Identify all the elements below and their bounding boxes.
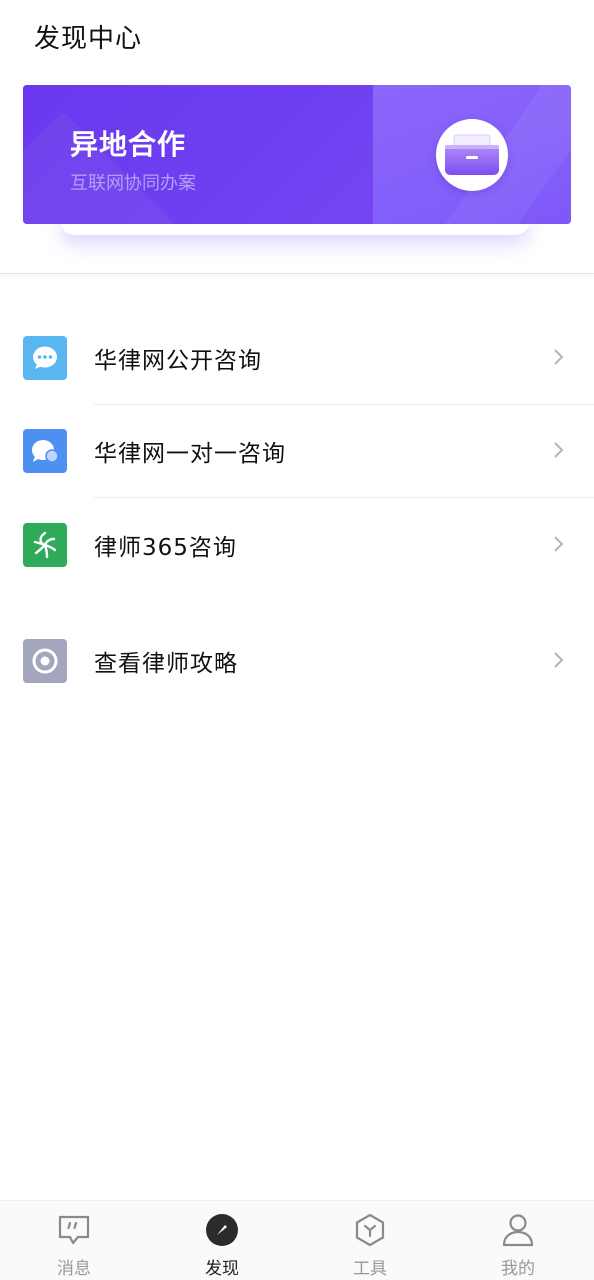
nav-label: 发现 xyxy=(205,1259,239,1279)
menu-item-label: 华律网一对一咨询 xyxy=(94,441,286,467)
nav-item-tools[interactable]: 工具 xyxy=(296,1201,444,1280)
chat-bubble-icon xyxy=(23,429,67,473)
nav-label: 工具 xyxy=(353,1259,387,1279)
menu-item-label: 查看律师攻略 xyxy=(94,651,238,677)
nav-label: 我的 xyxy=(501,1259,535,1279)
chevron-right-icon xyxy=(554,536,564,552)
header-section: 发现中心 异地合作 互联网协同办案 xyxy=(0,0,594,274)
nav-label: 消息 xyxy=(57,1259,91,1279)
discovery-page: 发现中心 异地合作 互联网协同办案 华律网公开咨询 华律网一对一咨询 律师365… xyxy=(0,0,594,1280)
chevron-right-icon xyxy=(554,652,564,668)
banner-title: 异地合作 xyxy=(70,128,187,161)
person-icon xyxy=(502,1214,534,1247)
page-title: 发现中心 xyxy=(34,24,143,54)
lawyer365-logo-icon xyxy=(23,523,67,567)
chevron-right-icon xyxy=(554,349,564,365)
message-icon xyxy=(58,1215,90,1245)
nav-item-discover[interactable]: 发现 xyxy=(148,1201,296,1280)
briefcase-icon xyxy=(436,119,508,191)
menu-item-label: 华律网公开咨询 xyxy=(94,348,262,374)
bottom-nav: 消息 发现 工具 我的 xyxy=(0,1200,594,1280)
compass-icon xyxy=(206,1214,238,1246)
banner-subtitle: 互联网协同办案 xyxy=(70,173,196,194)
menu-item-lawyer365-consult[interactable]: 律师365咨询 xyxy=(0,498,594,591)
menu-item-one-on-one-consult[interactable]: 华律网一对一咨询 xyxy=(0,405,594,498)
chevron-right-icon xyxy=(554,442,564,458)
cube-icon xyxy=(355,1213,385,1247)
nav-item-profile[interactable]: 我的 xyxy=(444,1201,592,1280)
chat-dots-icon xyxy=(23,336,67,380)
menu-item-label: 律师365咨询 xyxy=(94,535,237,561)
menu-item-public-consult[interactable]: 华律网公开咨询 xyxy=(0,311,594,404)
remote-cooperation-banner[interactable]: 异地合作 互联网协同办案 xyxy=(23,85,571,224)
target-icon xyxy=(23,639,67,683)
nav-item-messages[interactable]: 消息 xyxy=(0,1201,148,1280)
menu-item-lawyer-guide[interactable]: 查看律师攻略 xyxy=(0,614,594,707)
